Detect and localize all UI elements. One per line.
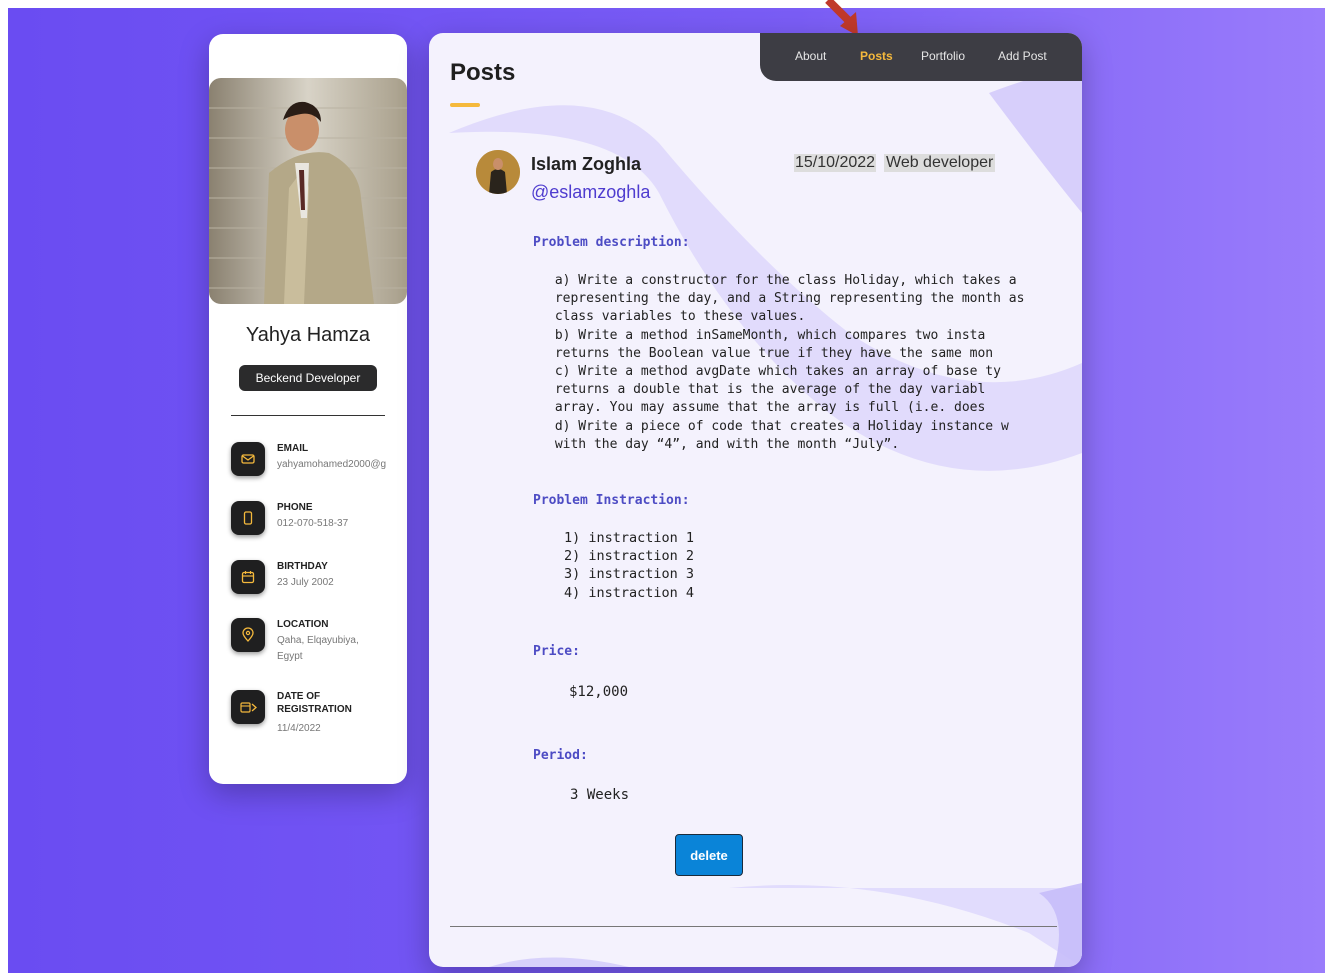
profile-sidebar: Yahya Hamza Beckend Developer EMAIL yahy… xyxy=(209,34,407,784)
post-date: 15/10/2022 xyxy=(794,154,877,172)
period-label: Period: xyxy=(533,748,588,763)
contact-value[interactable]: 012-070-518-37 xyxy=(277,516,348,531)
contact-value: 11/4/2022 xyxy=(277,723,321,734)
contact-registration: DATE OF REGISTRATION 11/4/2022 xyxy=(231,690,407,734)
posts-panel: About Posts Portfolio Add Post Posts Isl… xyxy=(429,33,1082,967)
contact-location: LOCATION Qaha, Elqayubiya, Egypt xyxy=(231,618,407,662)
contact-title: DATE OF REGISTRATION xyxy=(277,690,397,716)
profile-photo xyxy=(209,78,407,304)
contact-title-line1: DATE OF xyxy=(277,691,321,702)
calendar-arrow-icon xyxy=(231,690,265,724)
location-pin-icon xyxy=(231,618,265,652)
profile-name: Yahya Hamza xyxy=(245,324,371,346)
contact-phone: PHONE 012-070-518-37 xyxy=(231,501,407,541)
contact-value[interactable]: yahyamohamed2000@g xyxy=(277,457,386,472)
instruction-label: Problem Instraction: xyxy=(533,493,690,508)
decorative-wave xyxy=(449,70,1082,967)
post-handle[interactable]: @eslamzoghla xyxy=(531,182,650,203)
contact-title: PHONE xyxy=(277,502,313,513)
contact-title: LOCATION xyxy=(277,619,329,630)
nav-add-post[interactable]: Add Post xyxy=(998,49,1047,63)
phone-icon xyxy=(231,501,265,535)
post-job: Web developer xyxy=(884,154,996,172)
role-badge: Beckend Developer xyxy=(239,365,377,391)
top-nav: About Posts Portfolio Add Post xyxy=(760,33,1082,81)
instruction-list: 1) instraction 1 2) instraction 2 3) ins… xyxy=(564,530,695,601)
contact-value: Qaha, Elqayubiya, xyxy=(277,635,359,646)
description-text: a) Write a constructor for the class Hol… xyxy=(554,273,1025,452)
nav-about[interactable]: About xyxy=(795,49,826,63)
page-title: Posts xyxy=(450,59,516,86)
nav-posts[interactable]: Posts xyxy=(860,49,893,63)
contact-value-line2: Egypt xyxy=(277,651,303,662)
contact-title: EMAIL xyxy=(277,443,309,454)
contact-value: 23 July 2002 xyxy=(277,577,334,588)
contact-title-line2: REGISTRATION xyxy=(277,704,352,715)
price-value: $12,000 xyxy=(569,684,629,700)
nav-portfolio[interactable]: Portfolio xyxy=(921,49,965,63)
divider xyxy=(231,415,385,416)
divider xyxy=(450,926,1057,927)
calendar-icon xyxy=(231,560,265,594)
author-avatar[interactable] xyxy=(476,150,520,194)
title-underline xyxy=(450,103,480,107)
contact-title: BIRTHDAY xyxy=(277,561,328,572)
post-author[interactable]: Islam Zoghla xyxy=(531,154,641,175)
price-label: Price: xyxy=(533,644,580,659)
contact-birthday: BIRTHDAY 23 July 2002 xyxy=(231,560,407,600)
period-value: 3 Weeks xyxy=(570,787,630,803)
description-label: Problem description: xyxy=(533,235,690,250)
contact-email: EMAIL yahyamohamed2000@g xyxy=(231,442,407,482)
delete-button[interactable]: delete xyxy=(675,834,743,876)
mail-icon xyxy=(231,442,265,476)
